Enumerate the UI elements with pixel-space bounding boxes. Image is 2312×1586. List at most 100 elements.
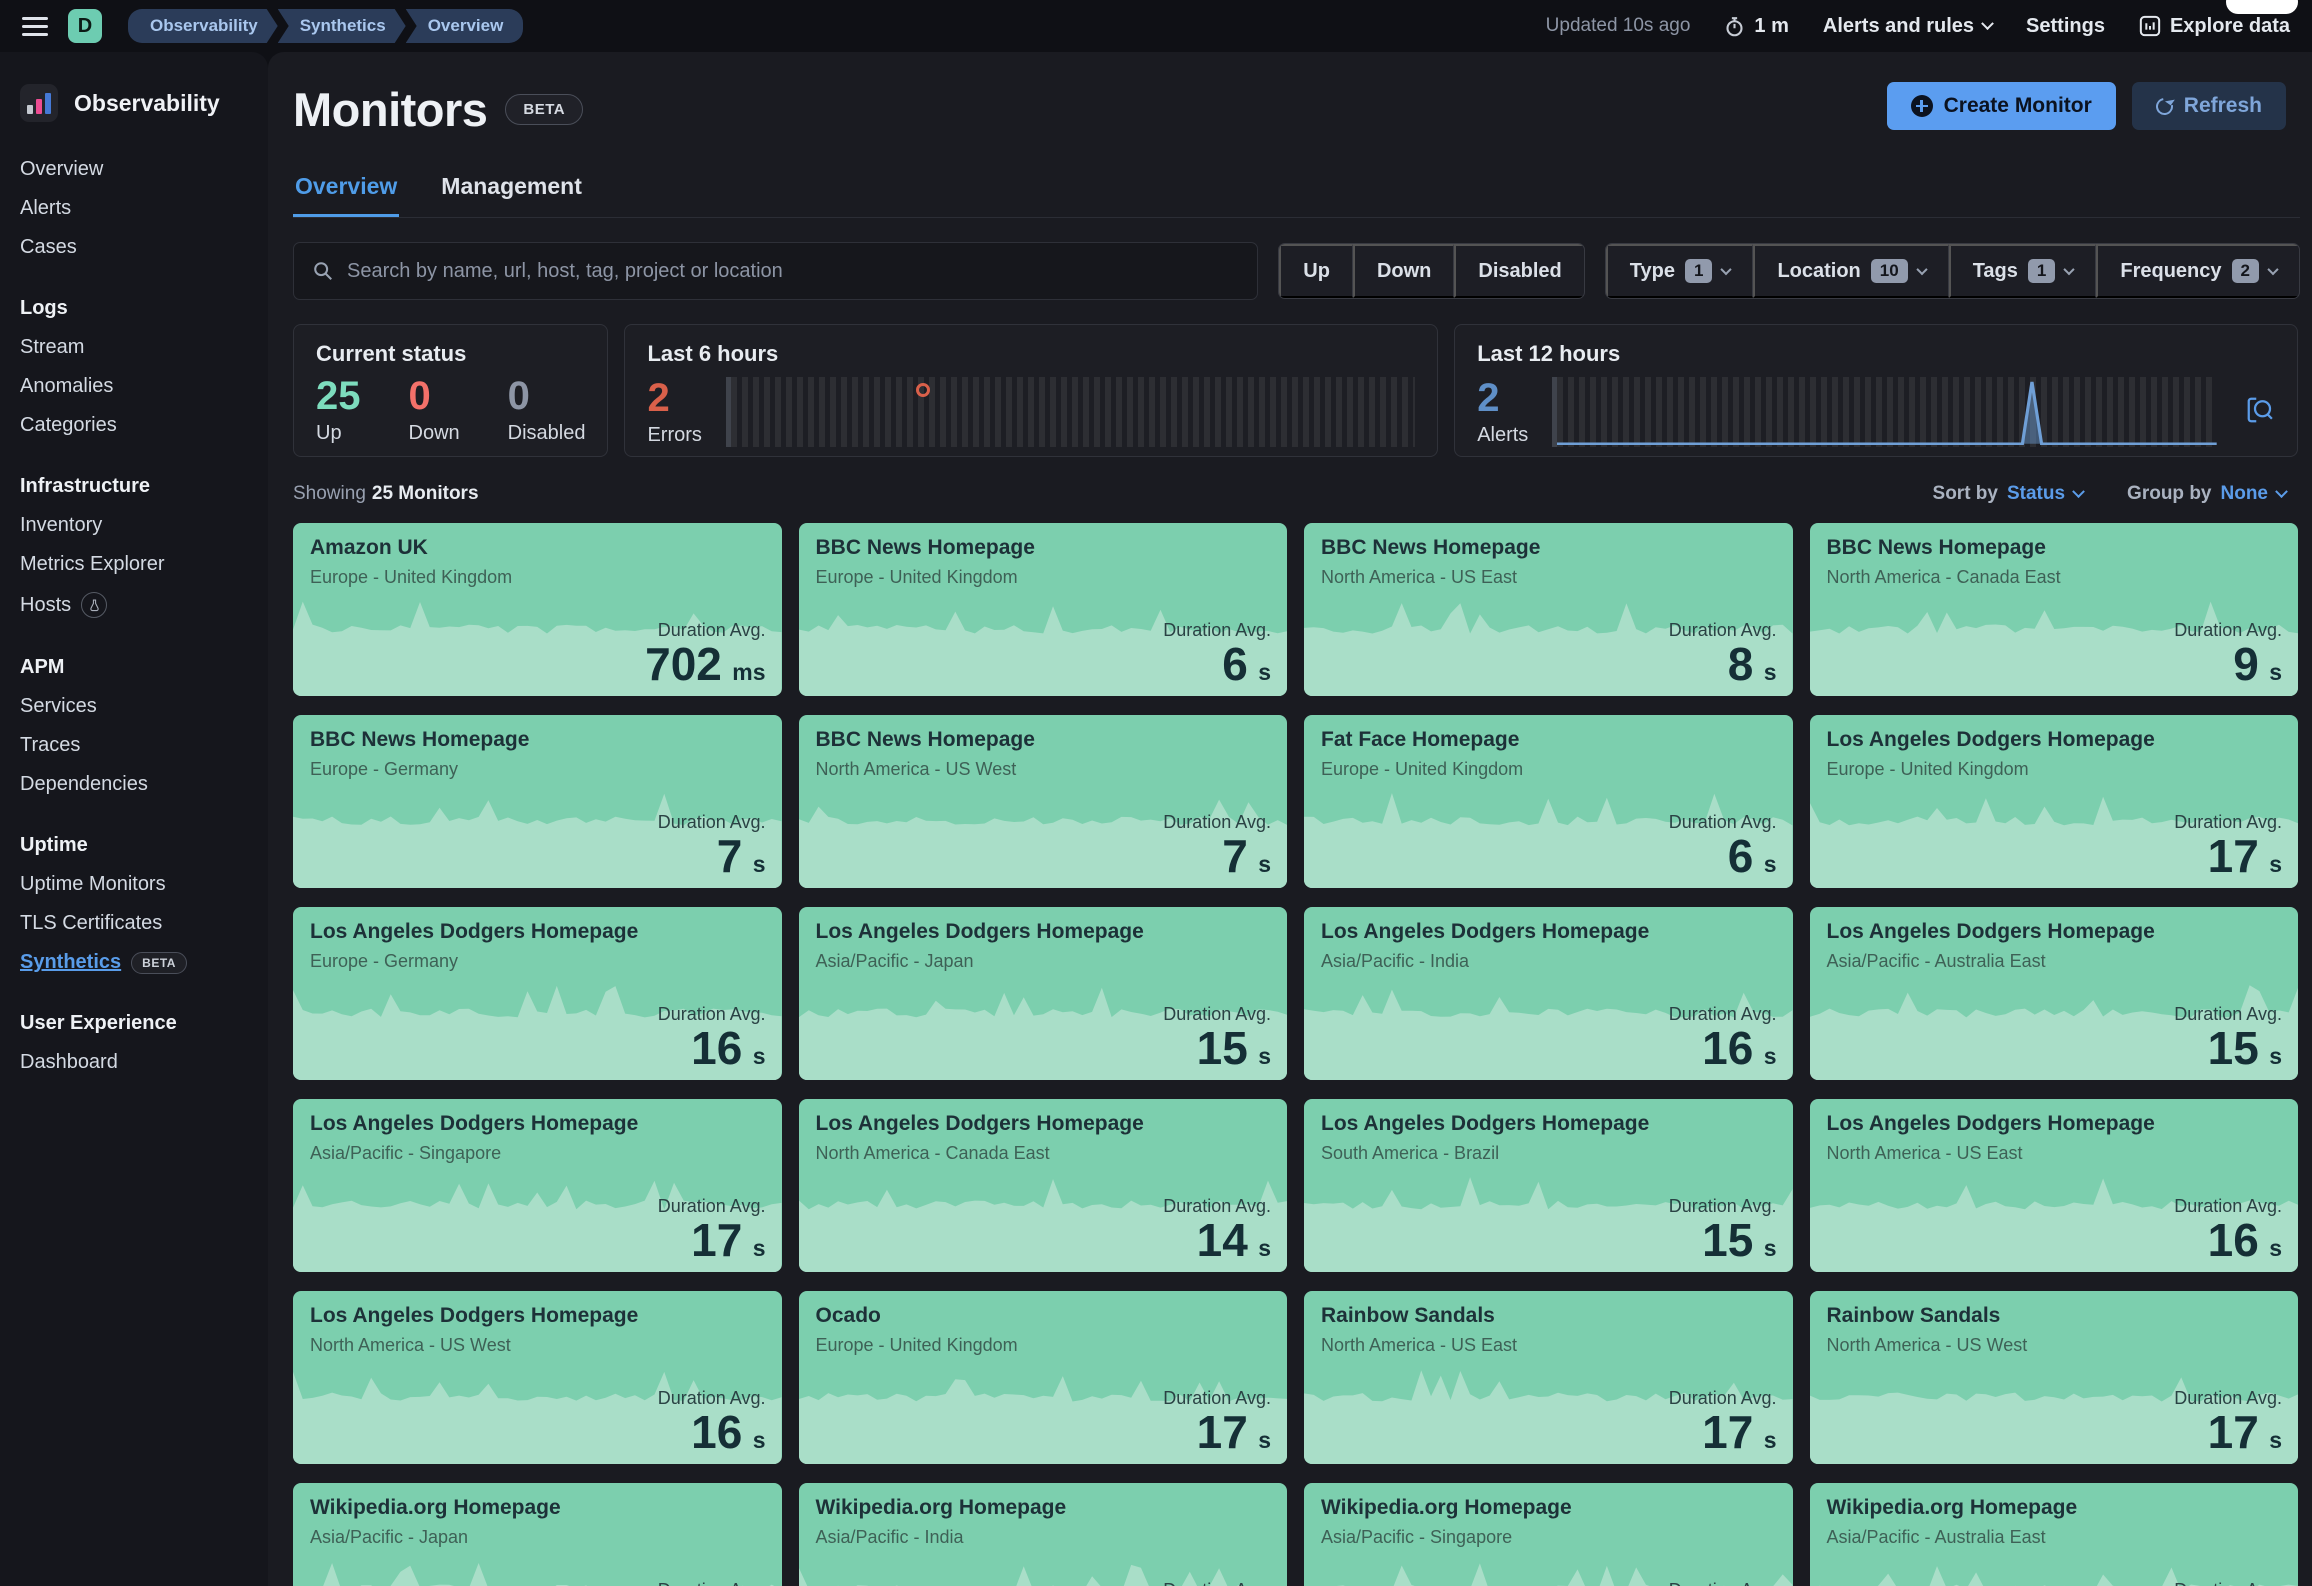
- monitor-card-bbc-news-homepage-2[interactable]: BBC News Homepage North America - US Eas…: [1304, 523, 1793, 696]
- breadcrumb-overview[interactable]: Overview: [405, 9, 524, 43]
- tab-overview[interactable]: Overview: [293, 163, 400, 217]
- monitor-card-los-angeles-dodgers-homepage-15[interactable]: Los Angeles Dodgers Homepage North Ameri…: [1809, 1099, 2298, 1272]
- sidebar-app-header[interactable]: Observability: [20, 78, 248, 132]
- monitor-card-rainbow-sandals-19[interactable]: Rainbow Sandals North America - US West …: [1809, 1291, 2298, 1464]
- breadcrumb-synthetics[interactable]: Synthetics: [278, 9, 406, 43]
- create-monitor-button[interactable]: Create Monitor: [1886, 82, 2116, 130]
- monitor-card-ocado-17[interactable]: Ocado Europe - United Kingdom Duration A…: [798, 1291, 1287, 1464]
- explore-data-link[interactable]: Explore data: [2139, 15, 2290, 38]
- monitor-name: Los Angeles Dodgers Homepage: [1826, 728, 2155, 751]
- monitor-name: Wikipedia.org Homepage: [815, 1496, 1067, 1519]
- filter-row: UpDownDisabled Type1Location10Tags1Frequ…: [293, 242, 2300, 300]
- monitor-card-amazon-uk-0[interactable]: Amazon UK Europe - United Kingdom Durati…: [293, 523, 782, 696]
- inspect-chart-button[interactable]: [2245, 395, 2275, 430]
- beta-badge: BETA: [131, 951, 187, 974]
- duration-avg-value: 17 s: [691, 1214, 766, 1267]
- monitor-location: Europe - United Kingdom: [815, 1335, 1018, 1355]
- deployment-logo[interactable]: D: [68, 9, 102, 43]
- monitor-location: Asia/Pacific - Japan: [815, 951, 974, 971]
- duration-avg-value: 16 s: [1702, 1022, 1777, 1075]
- alerts-and-rules-menu[interactable]: Alerts and rules: [1823, 15, 1994, 38]
- filter-tags-dropdown[interactable]: Tags 1: [1948, 244, 2097, 298]
- alerts-value: 2: [1477, 376, 1500, 420]
- refresh-interval-button[interactable]: 1 m: [1724, 15, 1789, 38]
- sidebar-heading-uptime: Uptime: [20, 834, 88, 856]
- monitor-card-wikipedia-org-homepage-20[interactable]: Wikipedia.org Homepage Asia/Pacific - Ja…: [293, 1483, 782, 1586]
- search-icon: [314, 262, 332, 280]
- sidebar-item-dashboard[interactable]: Dashboard: [20, 1043, 248, 1082]
- duration-avg-value: 702 ms: [645, 638, 766, 691]
- monitor-card-los-angeles-dodgers-homepage-9[interactable]: Los Angeles Dodgers Homepage Asia/Pacifi…: [798, 907, 1287, 1080]
- duration-avg-label: Duration Avg.: [2174, 1580, 2282, 1586]
- filter-type-dropdown[interactable]: Type 1: [1605, 244, 1754, 298]
- sidebar-item-overview[interactable]: Overview: [20, 150, 248, 189]
- monitor-card-los-angeles-dodgers-homepage-7[interactable]: Los Angeles Dodgers Homepage Europe - Un…: [1809, 715, 2298, 888]
- monitor-card-los-angeles-dodgers-homepage-10[interactable]: Los Angeles Dodgers Homepage Asia/Pacifi…: [1304, 907, 1793, 1080]
- sort-by-select[interactable]: Sort by Status: [1933, 483, 2085, 505]
- menu-icon[interactable]: [22, 16, 48, 36]
- tab-management[interactable]: Management: [439, 163, 584, 217]
- monitor-location: Asia/Pacific - India: [815, 1527, 964, 1547]
- sidebar-item-categories[interactable]: Categories: [20, 406, 248, 445]
- sidebar-item-uptime-monitors[interactable]: Uptime Monitors: [20, 865, 248, 904]
- duration-avg-value: 17 s: [1702, 1406, 1777, 1459]
- monitor-card-los-angeles-dodgers-homepage-13[interactable]: Los Angeles Dodgers Homepage North Ameri…: [798, 1099, 1287, 1272]
- monitor-card-los-angeles-dodgers-homepage-14[interactable]: Los Angeles Dodgers Homepage South Ameri…: [1304, 1099, 1793, 1272]
- duration-avg-value: 8 s: [1727, 638, 1777, 691]
- sidebar-item-services[interactable]: Services: [20, 687, 248, 726]
- duration-avg-value: 15 s: [2207, 1022, 2282, 1075]
- sidebar-item-traces[interactable]: Traces: [20, 726, 248, 765]
- sidebar-item-label: Traces: [20, 734, 81, 756]
- duration-avg-label: Duration Avg.: [1163, 812, 1271, 833]
- duration-avg-label: Duration Avg.: [1668, 620, 1777, 641]
- sidebar-item-label: Uptime Monitors: [20, 873, 166, 895]
- last-6-hours-panel: Last 6 hours 2 Errors: [624, 324, 1439, 457]
- sidebar-item-synthetics[interactable]: Synthetics BETA: [20, 943, 248, 982]
- plus-icon: [1910, 95, 1933, 117]
- refresh-button[interactable]: Refresh: [2131, 82, 2286, 130]
- sidebar-item-tls-certificates[interactable]: TLS Certificates: [20, 904, 248, 943]
- monitor-card-rainbow-sandals-18[interactable]: Rainbow Sandals North America - US East …: [1304, 1291, 1793, 1464]
- sidebar-item-alerts[interactable]: Alerts: [20, 189, 248, 228]
- settings-link[interactable]: Settings: [2026, 15, 2105, 38]
- monitor-card-bbc-news-homepage-4[interactable]: BBC News Homepage Europe - Germany Durat…: [293, 715, 782, 888]
- filter-location-dropdown[interactable]: Location 10: [1753, 244, 1949, 298]
- panel-title: Last 6 hours: [647, 341, 779, 366]
- monitor-card-bbc-news-homepage-1[interactable]: BBC News Homepage Europe - United Kingdo…: [798, 523, 1287, 696]
- sidebar-item-anomalies[interactable]: Anomalies: [20, 367, 248, 406]
- sidebar-item-hosts[interactable]: Hosts: [20, 584, 248, 626]
- errors-chart: [725, 377, 1416, 447]
- sidebar-item-metrics-explorer[interactable]: Metrics Explorer: [20, 545, 248, 584]
- sidebar-item-cases[interactable]: Cases: [20, 228, 248, 267]
- monitor-card-los-angeles-dodgers-homepage-11[interactable]: Los Angeles Dodgers Homepage Asia/Pacifi…: [1809, 907, 2298, 1080]
- monitor-card-wikipedia-org-homepage-23[interactable]: Wikipedia.org Homepage Asia/Pacific - Au…: [1809, 1483, 2298, 1586]
- filter-frequency-dropdown[interactable]: Frequency 2: [2096, 244, 2299, 298]
- group-by-select[interactable]: Group by None: [2127, 483, 2288, 505]
- sidebar-item-stream[interactable]: Stream: [20, 328, 248, 367]
- monitor-location: North America - US East: [1321, 1335, 1518, 1355]
- duration-avg-value: 17 s: [2207, 830, 2282, 883]
- monitor-card-wikipedia-org-homepage-21[interactable]: Wikipedia.org Homepage Asia/Pacific - In…: [798, 1483, 1287, 1586]
- monitor-card-fat-face-homepage-6[interactable]: Fat Face Homepage Europe - United Kingdo…: [1304, 715, 1793, 888]
- filter-disabled-button[interactable]: Disabled: [1454, 244, 1584, 298]
- summary-row: Current status 25 Up 0 Down 0 Disabled Last 6…: [293, 324, 2300, 457]
- monitor-card-bbc-news-homepage-3[interactable]: BBC News Homepage North America - Canada…: [1809, 523, 2298, 696]
- monitor-card-los-angeles-dodgers-homepage-12[interactable]: Los Angeles Dodgers Homepage Asia/Pacifi…: [293, 1099, 782, 1272]
- monitor-name: Wikipedia.org Homepage: [1321, 1496, 1572, 1519]
- duration-avg-label: Duration Avg.: [2174, 620, 2282, 641]
- monitor-card-wikipedia-org-homepage-22[interactable]: Wikipedia.org Homepage Asia/Pacific - Si…: [1304, 1483, 1793, 1586]
- filter-down-button[interactable]: Down: [1352, 244, 1455, 298]
- breadcrumb-observability[interactable]: Observability: [128, 9, 278, 43]
- monitors-grid: Amazon UK Europe - United Kingdom Durati…: [293, 523, 2300, 1586]
- search-input[interactable]: [347, 259, 1240, 283]
- sidebar-item-dependencies[interactable]: Dependencies: [20, 765, 248, 804]
- monitor-card-bbc-news-homepage-5[interactable]: BBC News Homepage North America - US Wes…: [798, 715, 1287, 888]
- monitor-card-los-angeles-dodgers-homepage-16[interactable]: Los Angeles Dodgers Homepage North Ameri…: [293, 1291, 782, 1464]
- monitor-card-los-angeles-dodgers-homepage-8[interactable]: Los Angeles Dodgers Homepage Europe - Ge…: [293, 907, 782, 1080]
- chevron-down-icon: [2267, 263, 2279, 276]
- filter-up-button[interactable]: Up: [1279, 244, 1353, 298]
- duration-avg-label: Duration Avg.: [657, 812, 766, 833]
- sidebar-item-inventory[interactable]: Inventory: [20, 506, 248, 545]
- inspect-icon: [2247, 397, 2273, 422]
- monitor-location: North America - US East: [1826, 1143, 2023, 1163]
